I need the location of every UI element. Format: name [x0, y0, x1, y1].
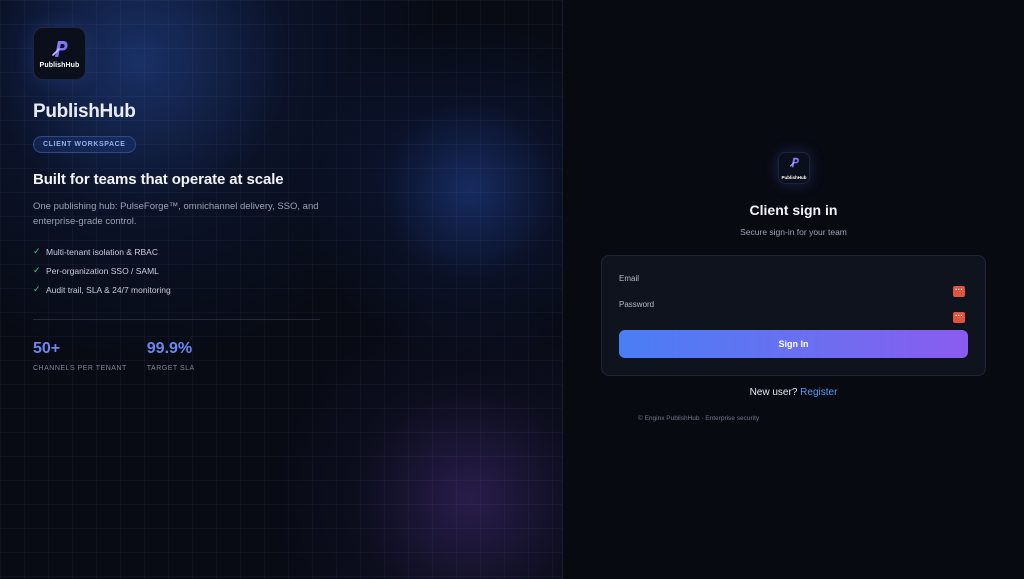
- stats-row: 50+ CHANNELS PER TENANT 99.9% TARGET SLA: [33, 340, 333, 372]
- hero-divider: [33, 319, 320, 320]
- stat-sla: 99.9% TARGET SLA: [147, 340, 195, 372]
- stat-label: CHANNELS PER TENANT: [33, 365, 127, 372]
- register-link[interactable]: Register: [800, 387, 837, 398]
- stat-channels: 50+ CHANNELS PER TENANT: [33, 340, 127, 372]
- feature-item: ✓ Audit trail, SLA & 24/7 monitoring: [33, 280, 333, 299]
- hero-panel: PublishHub PublishHub CLIENT WORKSPACE B…: [0, 0, 563, 579]
- check-icon: ✓: [33, 265, 41, 275]
- brand-name: PublishHub: [33, 101, 136, 122]
- hero-subhead: One publishing hub: PulseForge™, omnicha…: [33, 201, 319, 227]
- sign-in-button[interactable]: Sign In: [619, 330, 968, 358]
- check-icon: ✓: [33, 284, 41, 294]
- register-prompt: New user? Register: [563, 387, 1024, 398]
- auth-logo: PublishHub: [778, 152, 810, 184]
- feature-text: Audit trail, SLA & 24/7 monitoring: [46, 284, 171, 295]
- signin-subtitle: Secure sign-in for your team: [740, 227, 847, 237]
- publishhub-logo-icon: [788, 156, 801, 174]
- stat-value: 50+: [33, 340, 61, 357]
- hero-headline: Built for teams that operate at scale: [33, 171, 284, 188]
- signin-form: Email ··· Password ··· Sign In: [601, 255, 986, 376]
- feature-list: ✓ Multi-tenant isolation & RBAC ✓ Per-or…: [33, 242, 333, 299]
- email-field[interactable]: [619, 285, 949, 297]
- password-label: Password: [619, 300, 655, 309]
- password-manager-icon[interactable]: ···: [953, 286, 965, 297]
- publishhub-logo-icon: [49, 38, 71, 60]
- password-field[interactable]: [619, 311, 949, 323]
- login-page: PublishHub PublishHub CLIENT WORKSPACE B…: [0, 0, 1024, 579]
- feature-item: ✓ Multi-tenant isolation & RBAC: [33, 242, 333, 261]
- feature-text: Per-organization SSO / SAML: [46, 265, 159, 276]
- auth-panel: PublishHub Client sign in Secure sign-in…: [563, 0, 1024, 579]
- feature-item: ✓ Per-organization SSO / SAML: [33, 261, 333, 280]
- signin-title: Client sign in: [749, 202, 838, 218]
- password-manager-icon[interactable]: ···: [953, 312, 965, 323]
- brand-logo: PublishHub: [33, 27, 86, 80]
- stat-value: 99.9%: [146, 340, 193, 357]
- workspace-badge: CLIENT WORKSPACE: [33, 136, 136, 153]
- logo-wordmark: PublishHub: [39, 62, 80, 69]
- email-label: Email: [619, 274, 640, 283]
- logo-wordmark: PublishHub: [781, 175, 807, 180]
- check-icon: ✓: [33, 246, 41, 256]
- feature-text: Multi-tenant isolation & RBAC: [46, 246, 158, 257]
- hero-content: PublishHub PublishHub CLIENT WORKSPACE B…: [33, 27, 333, 372]
- footer-copyright: © Enginx PublishHub · Enterprise securit…: [638, 415, 760, 422]
- stat-label: TARGET SLA: [146, 365, 195, 372]
- register-prompt-text: New user?: [749, 387, 798, 398]
